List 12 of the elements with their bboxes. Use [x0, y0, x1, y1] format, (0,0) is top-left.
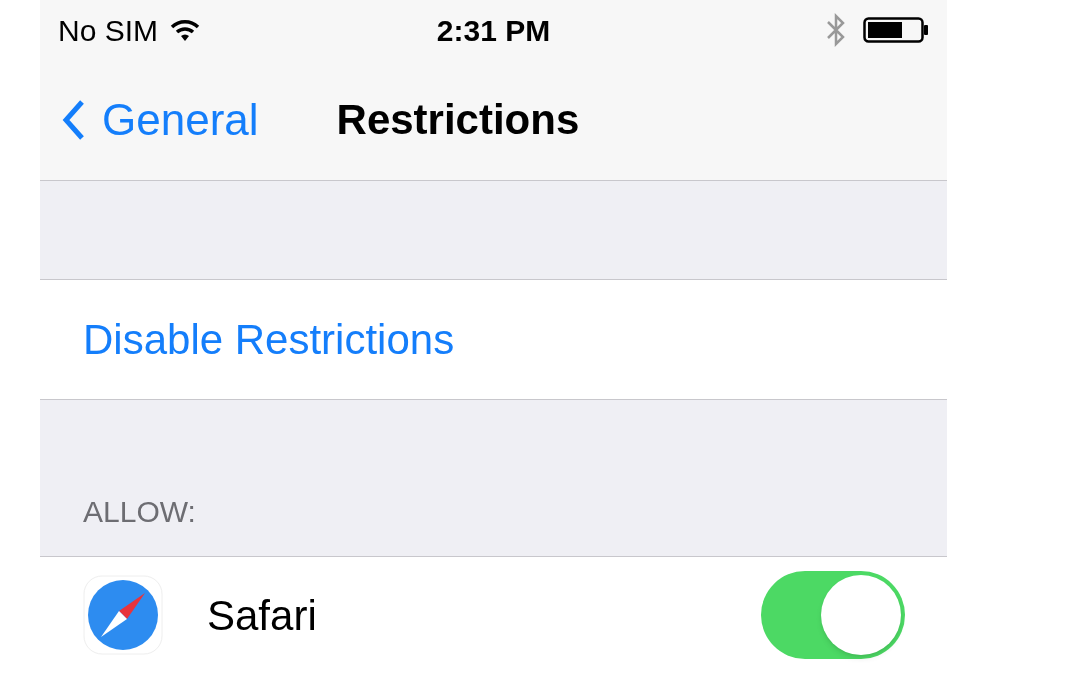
clock-text: 2:31 PM: [436, 12, 551, 49]
bluetooth-icon: [825, 12, 847, 48]
app-label: Safari: [207, 590, 318, 641]
back-chevron-icon: [62, 98, 86, 141]
disable-restrictions-button[interactable]: Disable Restrictions: [40, 279, 947, 401]
wifi-icon: [170, 18, 201, 42]
battery-icon: [863, 17, 929, 43]
page-title: Restrictions: [336, 95, 580, 146]
section-header: ALLOW:: [83, 493, 196, 530]
back-button[interactable]: General: [40, 86, 259, 153]
compass-app-icon: [83, 575, 163, 656]
carrier-text: No SIM: [58, 12, 159, 49]
